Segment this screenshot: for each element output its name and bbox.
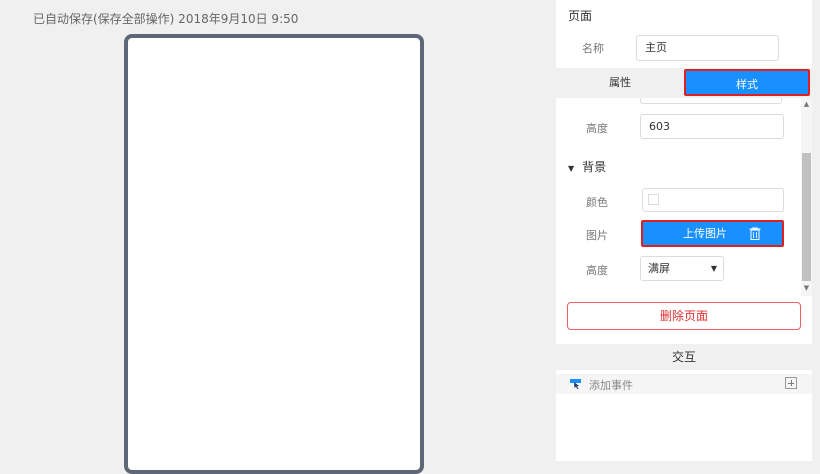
partial-field[interactable] [640, 98, 782, 104]
scroll-thumb[interactable] [802, 153, 811, 281]
caret-down-icon: ▼ [568, 164, 575, 173]
scroll-up-arrow-icon[interactable]: ▲ [801, 100, 812, 108]
add-event-label: 添加事件 [589, 379, 633, 392]
color-picker[interactable] [642, 188, 784, 212]
interaction-header: 交互 [556, 344, 812, 370]
pointer-event-icon [570, 379, 581, 389]
properties-panel: 页面 名称 主页 属性 样式 高度 603 ▼ 背景 颜色 图片 上传图片 高度… [556, 0, 812, 461]
style-scroll-area: 高度 603 ▼ 背景 颜色 图片 上传图片 高度 满屏 ▼ ▲ ▼ [556, 98, 812, 296]
image-label: 图片 [586, 229, 608, 242]
page-name-input[interactable]: 主页 [636, 35, 779, 61]
upload-image-label: 上传图片 [683, 227, 727, 240]
phone-canvas[interactable] [124, 34, 424, 474]
add-event-plus-icon[interactable] [785, 377, 797, 389]
tab-style[interactable]: 样式 [684, 69, 810, 96]
bg-height-select[interactable]: 满屏 ▼ [640, 256, 724, 281]
bg-height-value: 满屏 [648, 262, 670, 275]
page-height-input[interactable]: 603 [640, 114, 784, 139]
panel-tabs: 属性 样式 [556, 68, 812, 98]
scroll-down-arrow-icon[interactable]: ▼ [801, 284, 812, 292]
color-label: 颜色 [586, 196, 608, 209]
background-section-toggle[interactable]: ▼ 背景 [568, 158, 606, 175]
name-label: 名称 [582, 42, 604, 55]
add-event-row[interactable]: 添加事件 [556, 374, 812, 394]
trash-icon[interactable] [749, 227, 761, 240]
color-swatch[interactable] [648, 194, 659, 205]
background-section-label: 背景 [582, 160, 607, 174]
autosave-status: 已自动保存(保存全部操作) 2018年9月10日 9:50 [33, 12, 299, 26]
height-label: 高度 [586, 122, 608, 135]
tab-properties[interactable]: 属性 [556, 68, 684, 98]
delete-page-button[interactable]: 删除页面 [567, 302, 801, 330]
vertical-scrollbar[interactable]: ▲ ▼ [801, 98, 812, 296]
bg-height-label: 高度 [586, 264, 608, 277]
panel-title: 页面 [568, 9, 593, 23]
dropdown-arrow-icon: ▼ [710, 264, 717, 273]
upload-image-button[interactable]: 上传图片 [641, 220, 784, 247]
